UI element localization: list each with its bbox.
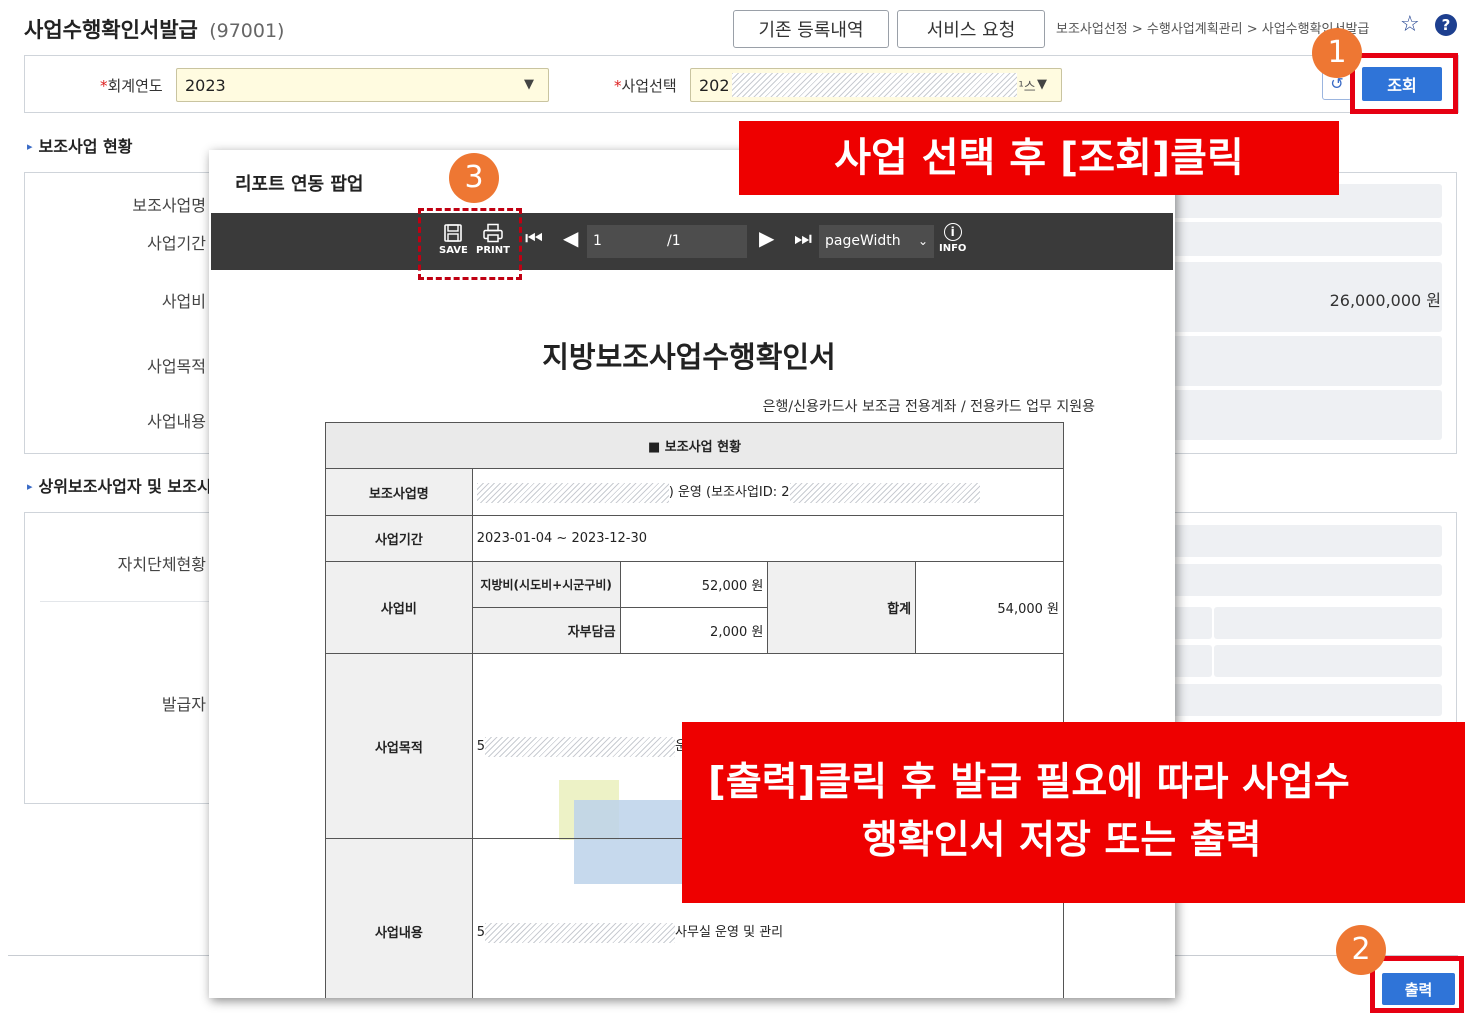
- business-label: *사업선택: [614, 77, 677, 95]
- year-label: *회계연도: [100, 77, 163, 95]
- viewer-toolbar: SAVE PRINT ⏮ ◀ 1 /1 ▶ ⏭ pageWidth ⌄ i IN…: [211, 213, 1173, 270]
- chevron-down-icon: ▼: [1037, 77, 1047, 92]
- callout-print-line1: [출력]클릭 후 발급 필요에 따라 사업수: [708, 760, 1350, 805]
- divider: [40, 601, 210, 602]
- business-select[interactable]: 202 ¹스 ▼: [690, 68, 1062, 102]
- masked-text: [789, 482, 980, 503]
- field-content: [1170, 390, 1442, 440]
- document-table: ■ 보조사업 현황 보조사업명 ) 운영 (보조사업ID: 2 사업기간 202…: [325, 422, 1065, 998]
- info-icon: i: [943, 223, 962, 241]
- annotation-highlight-save-print: [418, 208, 522, 280]
- masked-text: [1170, 607, 1212, 639]
- step-badge-2: 2: [1336, 925, 1386, 975]
- page-total: /1: [667, 233, 681, 249]
- label-purpose: 사업목적: [147, 357, 206, 376]
- label-content: 사업내용: [147, 412, 206, 431]
- chevron-down-icon: ⌄: [917, 234, 928, 248]
- row-value-name: ) 운영 (보조사업ID: 2: [471, 468, 1065, 516]
- self-cost-value: 2,000 원: [619, 607, 769, 654]
- local-cost-label: 지방비(시도비+시군구비): [471, 561, 621, 608]
- year-select[interactable]: 2023 ▼: [176, 68, 549, 102]
- local-cost-value: 52,000 원: [619, 561, 769, 608]
- last-page-icon[interactable]: ⏭: [794, 228, 812, 248]
- page-number-input[interactable]: 1 /1: [587, 225, 747, 258]
- zoom-select[interactable]: pageWidth ⌄: [819, 225, 934, 258]
- callout-search: 사업 선택 후 [조회]클릭: [739, 121, 1339, 195]
- next-page-icon[interactable]: ▶: [759, 228, 774, 248]
- label-issuer: 발급자: [161, 695, 206, 714]
- row-label-period: 사업기간: [325, 515, 473, 562]
- field-row-3: [1214, 607, 1442, 639]
- masked-text: [731, 73, 1017, 97]
- field-row-1: [1170, 525, 1442, 557]
- label-local-gov: 자치단체현황: [117, 555, 206, 574]
- label-business-name: 보조사업명: [132, 196, 206, 215]
- row-label-content: 사업내용: [325, 838, 473, 998]
- masked-text: [485, 922, 676, 943]
- row-label-purpose: 사업목적: [325, 653, 473, 839]
- row-label-name: 보조사업명: [325, 468, 473, 516]
- annotation-highlight-print: [1370, 956, 1464, 1013]
- field-row-5: [1170, 684, 1442, 716]
- page-code: (97001): [209, 20, 285, 42]
- info-label: INFO: [939, 243, 967, 254]
- step-badge-1: 1: [1312, 28, 1362, 78]
- chevron-down-icon: ▼: [524, 77, 534, 92]
- business-select-value: 202: [699, 75, 730, 95]
- info-button[interactable]: i INFO: [939, 223, 966, 255]
- page-title-text: 사업수행확인서발급: [24, 18, 198, 42]
- year-select-value: 2023: [185, 75, 226, 95]
- field-period: [1170, 222, 1442, 256]
- cost-amount: 26,000,000 원: [1329, 291, 1441, 310]
- annotation-highlight-search: [1350, 53, 1458, 114]
- business-select-suffix: ¹스: [1018, 79, 1036, 95]
- field-row-2: [1170, 564, 1442, 596]
- callout-print-line2: 행확인서 저장 또는 출력: [862, 818, 1262, 863]
- masked-text: [485, 736, 676, 757]
- section-title-upper: 상위보조사업자 및 보조시: [27, 473, 212, 497]
- field-row-4: [1214, 645, 1442, 677]
- document-title: 지방보조사업수행확인서: [542, 340, 836, 374]
- popup-title: 리포트 연동 팝업: [235, 174, 364, 195]
- label-cost: 사업비: [161, 292, 206, 311]
- callout-print: [출력]클릭 후 발급 필요에 따라 사업수 행확인서 저장 또는 출력: [682, 722, 1465, 903]
- masked-text: [476, 482, 669, 503]
- step-badge-3: 3: [449, 153, 499, 203]
- row-value-period: 2023-01-04 ~ 2023-12-30: [471, 515, 1065, 562]
- field-purpose: [1170, 336, 1442, 386]
- row-label-cost: 사업비: [325, 561, 473, 654]
- history-button[interactable]: 기존 등록내역: [733, 10, 889, 48]
- masked-text: [1170, 645, 1212, 677]
- star-icon[interactable]: ☆: [1400, 14, 1420, 36]
- service-request-button[interactable]: 서비스 요청: [897, 10, 1045, 48]
- first-page-icon[interactable]: ⏮: [525, 228, 543, 248]
- prev-page-icon[interactable]: ◀: [563, 228, 578, 248]
- page-title: 사업수행확인서발급 (97001): [24, 14, 284, 44]
- sum-label: 합계: [767, 561, 917, 654]
- help-icon[interactable]: ?: [1435, 14, 1457, 36]
- section-title-status: 보조사업 현황: [27, 133, 133, 157]
- sum-value: 54,000 원: [915, 561, 1064, 654]
- label-period: 사업기간: [147, 234, 206, 253]
- self-cost-label: 자부담금: [471, 607, 621, 654]
- table-section-header: ■ 보조사업 현황: [325, 422, 1064, 469]
- document-subtitle: 은행/신용카드사 보조금 전용계좌 / 전용카드 업무 지원용: [762, 399, 1095, 415]
